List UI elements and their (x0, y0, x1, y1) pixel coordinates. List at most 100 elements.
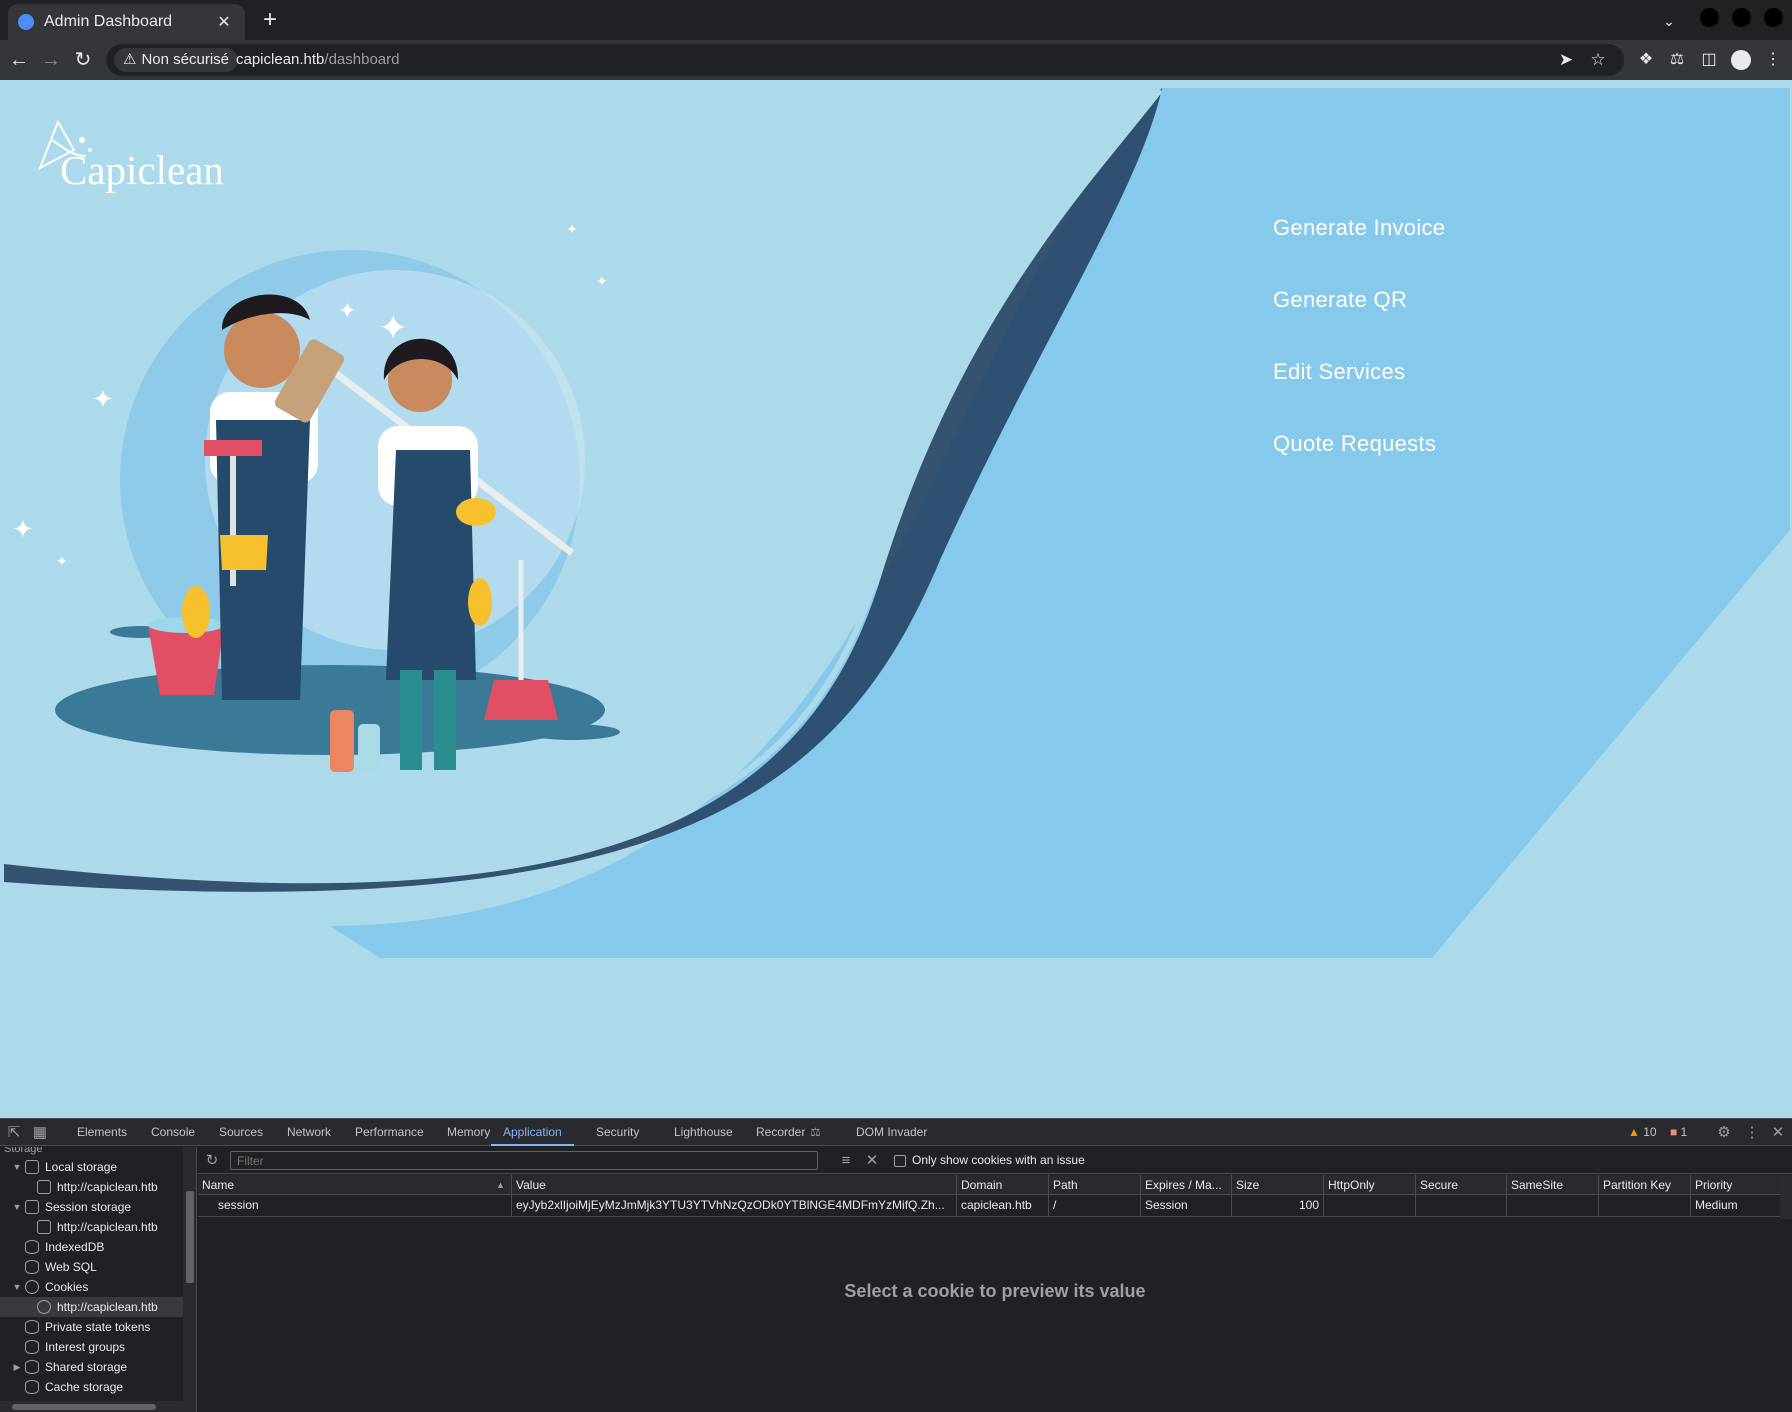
column-header-domain[interactable]: Domain (957, 1175, 1049, 1194)
browser-tab[interactable]: Admin Dashboard ✕ (8, 4, 245, 40)
column-header-priority[interactable]: Priority (1691, 1175, 1780, 1194)
window-maximize-button[interactable] (1732, 8, 1751, 27)
inspect-element-icon[interactable]: ⇱ (2, 1119, 26, 1146)
column-header-size[interactable]: Size (1232, 1175, 1324, 1194)
cell-domain: capiclean.htb (957, 1195, 1049, 1216)
sidebar-item-cookies-origin[interactable]: http://capiclean.htb (0, 1297, 183, 1317)
sidebar-item-cookies[interactable]: ▼ Cookies (0, 1277, 183, 1297)
svg-text:✦: ✦ (56, 553, 68, 569)
tab-security[interactable]: Security (596, 1119, 639, 1146)
device-toolbar-icon[interactable]: ▦ (28, 1119, 52, 1146)
column-header-samesite[interactable]: SameSite (1507, 1175, 1599, 1194)
tab-memory[interactable]: Memory (447, 1119, 490, 1146)
generate-invoice-link[interactable]: Generate Invoice (1273, 213, 1445, 285)
tab-performance[interactable]: Performance (355, 1119, 424, 1146)
sidebar-item-session-storage-origin[interactable]: http://capiclean.htb (0, 1217, 183, 1237)
sidebar-item-local-storage-origin[interactable]: http://capiclean.htb (0, 1177, 183, 1197)
svg-text:✦: ✦ (378, 307, 408, 348)
expand-arrow-icon: ▼ (12, 1282, 22, 1292)
svg-text:✦: ✦ (338, 298, 356, 323)
sidebar-item-indexeddb[interactable]: IndexedDB (0, 1237, 183, 1257)
database-icon (25, 1260, 39, 1274)
generate-qr-link[interactable]: Generate QR (1273, 285, 1445, 357)
expand-arrow-icon: ▼ (12, 1162, 22, 1172)
tab-dom-invader[interactable]: DOM Invader (856, 1119, 927, 1146)
bookmark-star-icon[interactable]: ☆ (1583, 44, 1613, 76)
table-row[interactable]: session eyJyb2xlIjoiMjEyMzJmMjk3YTU3YTVh… (198, 1195, 1780, 1217)
sidebar-item-web-sql[interactable]: Web SQL (0, 1257, 183, 1277)
warning-count: 10 (1643, 1125, 1657, 1139)
security-label: Non sécurisé (141, 51, 229, 68)
site-logo-text[interactable]: Capiclean (60, 146, 224, 194)
close-tab-icon[interactable]: ✕ (213, 11, 235, 33)
column-header-httponly[interactable]: HttpOnly (1324, 1175, 1416, 1194)
database-icon (25, 1380, 39, 1394)
sidebar-item-interest-groups[interactable]: Interest groups (0, 1337, 183, 1357)
tab-application[interactable]: Application (491, 1119, 574, 1146)
tab-sources[interactable]: Sources (219, 1119, 263, 1146)
table-header: Name ▲ Value Domain Path Expires / Ma...… (198, 1175, 1780, 1195)
settings-gear-icon[interactable]: ⚙ (1712, 1119, 1736, 1146)
browser-menu-icon[interactable]: ⋮ (1758, 44, 1788, 76)
side-panel-icon[interactable]: ◫ (1694, 44, 1724, 76)
cell-priority: Medium (1695, 1198, 1738, 1212)
svg-text:✦: ✦ (12, 514, 34, 544)
tab-console[interactable]: Console (151, 1119, 195, 1146)
table-scrollbar[interactable] (1780, 1175, 1792, 1219)
error-count: 1 (1680, 1125, 1688, 1139)
cookie-filter-input[interactable] (230, 1151, 818, 1170)
sidebar-item-cache-storage[interactable]: Cache storage (0, 1377, 183, 1397)
clear-filtered-icon[interactable]: ≡ (834, 1147, 858, 1174)
issue-counts[interactable]: ▲ 10 ■ 1 (1628, 1119, 1687, 1146)
sidebar-item-local-storage[interactable]: ▼ Local storage (0, 1157, 183, 1177)
labs-flask-icon[interactable]: ⚖ (1662, 44, 1692, 76)
tab-search-chevron-icon[interactable]: ⌄ (1656, 8, 1682, 34)
quote-requests-link[interactable]: Quote Requests (1273, 429, 1445, 501)
new-tab-button[interactable]: + (256, 6, 284, 34)
close-devtools-icon[interactable]: ✕ (1766, 1119, 1790, 1146)
column-header-name[interactable]: Name (198, 1175, 512, 1194)
security-indicator[interactable]: ⚠ Non sécurisé (114, 48, 238, 72)
column-header-partition-key[interactable]: Partition Key (1599, 1175, 1691, 1194)
reload-icon[interactable]: ↻ (67, 44, 99, 76)
database-icon (25, 1240, 39, 1254)
edit-services-link[interactable]: Edit Services (1273, 357, 1445, 429)
sidebar-item-private-state-tokens[interactable]: Private state tokens (0, 1317, 183, 1337)
cookie-icon (37, 1300, 51, 1314)
more-options-icon[interactable]: ⋮ (1740, 1119, 1764, 1146)
tab-elements[interactable]: Elements (77, 1119, 127, 1146)
back-arrow-icon[interactable]: ← (3, 44, 35, 76)
database-icon (25, 1340, 39, 1354)
cell-httponly (1324, 1195, 1416, 1216)
page-background-art: ✦ ✦ ✦ ✦ ✦ ✦ ✦ (3, 88, 1790, 958)
profile-avatar-icon[interactable] (1726, 44, 1756, 76)
send-icon[interactable]: ➤ (1551, 44, 1581, 76)
address-bar[interactable]: ⚠ Non sécurisé capiclean.htb/dashboard ➤… (106, 44, 1624, 76)
svg-text:✦: ✦ (92, 384, 114, 414)
tab-lighthouse[interactable]: Lighthouse (674, 1119, 733, 1146)
extensions-puzzle-icon[interactable]: ❖ (1631, 44, 1661, 76)
window-close-button[interactable] (1764, 8, 1783, 27)
sidebar-horizontal-scrollbar[interactable] (0, 1401, 183, 1412)
url-text[interactable]: capiclean.htb/dashboard (236, 44, 399, 76)
browser-toolbar: ← → ↻ ⚠ Non sécurisé capiclean.htb/dashb… (0, 40, 1792, 80)
sidebar-vertical-scrollbar[interactable] (183, 1147, 196, 1412)
sidebar-item-session-storage[interactable]: ▼ Session storage (0, 1197, 183, 1217)
forward-arrow-icon[interactable]: → (35, 44, 67, 76)
refresh-icon[interactable]: ↻ (200, 1147, 224, 1174)
tab-recorder[interactable]: Recorder (756, 1119, 805, 1146)
expand-arrow-icon: ▼ (12, 1202, 22, 1212)
database-icon (25, 1320, 39, 1334)
only-issues-label[interactable]: Only show cookies with an issue (912, 1147, 1085, 1174)
cookies-toolbar: ↻ ≡ ✕ Only show cookies with an issue (198, 1147, 1792, 1174)
delete-selected-icon[interactable]: ✕ (860, 1147, 884, 1174)
only-issues-checkbox[interactable] (894, 1155, 906, 1167)
tab-network[interactable]: Network (287, 1119, 331, 1146)
column-header-secure[interactable]: Secure (1416, 1175, 1507, 1194)
application-sidebar: Storage ▼ Local storage http://capiclean… (0, 1147, 197, 1412)
sidebar-item-shared-storage[interactable]: ▶ Shared storage (0, 1357, 183, 1377)
window-minimize-button[interactable] (1700, 8, 1719, 27)
column-header-value[interactable]: Value (512, 1175, 957, 1194)
column-header-path[interactable]: Path (1049, 1175, 1141, 1194)
column-header-expires[interactable]: Expires / Ma... (1141, 1175, 1232, 1194)
